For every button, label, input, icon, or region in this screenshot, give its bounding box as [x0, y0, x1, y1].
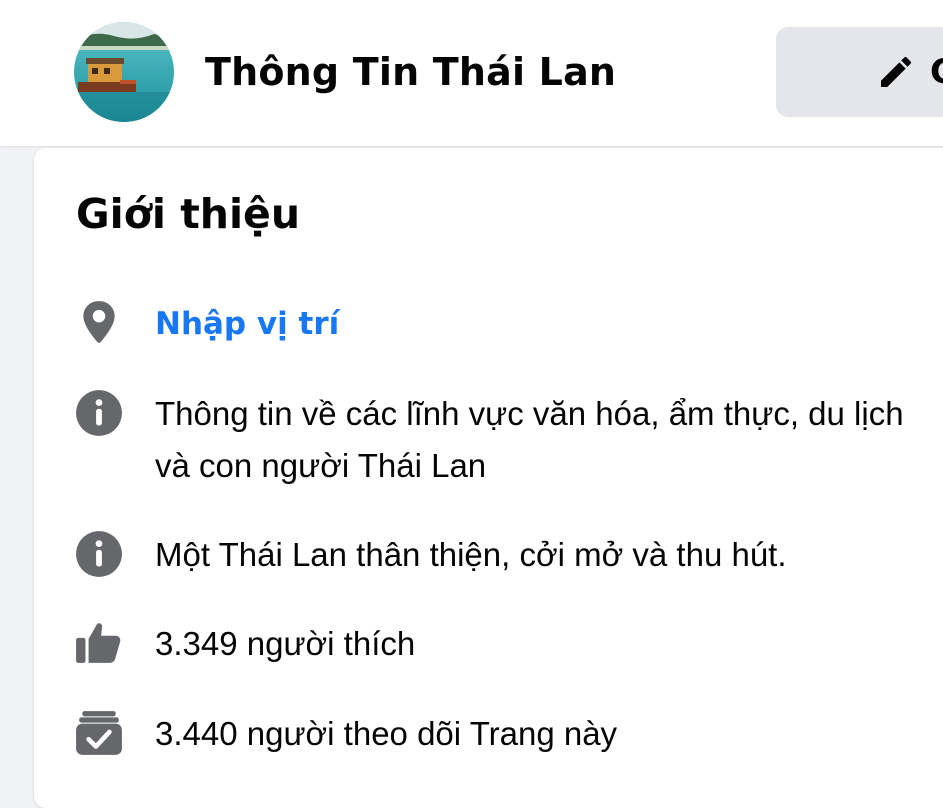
intro-card: Giới thiệu Nhập vị trí Thông tin về các …	[34, 148, 943, 808]
pencil-icon	[881, 56, 912, 87]
page-description: Thông tin về các lĩnh vực văn hóa, ẩm th…	[155, 395, 904, 484]
avatar-image	[74, 22, 174, 122]
thumbs-up-icon	[76, 623, 121, 663]
edit-button-label: C	[930, 52, 943, 92]
followers-count: 3.440 người theo dõi Trang này	[155, 715, 618, 752]
info-icon	[76, 531, 122, 577]
page-tagline: Một Thái Lan thân thiện, cởi mở và thu h…	[155, 536, 787, 573]
intro-title: Giới thiệu	[76, 190, 301, 238]
page-avatar[interactable]	[74, 22, 174, 122]
location-pin-icon	[83, 301, 115, 343]
info-icon	[76, 390, 122, 436]
page-header: Thông Tin Thái Lan C	[0, 0, 943, 146]
enter-location-link[interactable]: Nhập vị trí	[155, 298, 943, 350]
likes-count: 3.349 người thích	[155, 625, 416, 662]
page-title: Thông Tin Thái Lan	[205, 50, 617, 94]
edit-button[interactable]: C	[776, 27, 943, 117]
follow-check-icon	[76, 711, 122, 755]
